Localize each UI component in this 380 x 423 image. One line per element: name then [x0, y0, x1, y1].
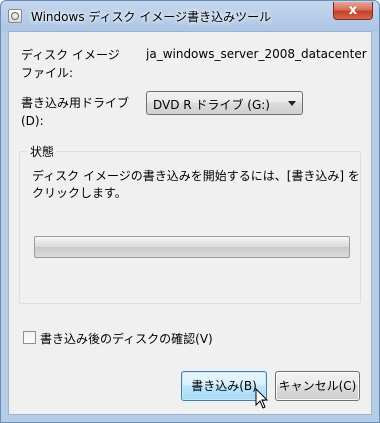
drive-label-line2: (D):: [21, 114, 44, 128]
disc-image-label-line1: ディスク イメージ: [21, 48, 120, 62]
status-group-title: 状態: [27, 143, 58, 160]
chevron-down-icon: [288, 101, 296, 106]
progress-bar: [34, 236, 350, 258]
disc-image-burner-window: Windows ディスク イメージ書き込みツール x ディスク イメージ ファイ…: [0, 0, 380, 423]
verify-checkbox-label[interactable]: 書き込み後のディスクの確認(V): [40, 330, 213, 347]
cancel-button[interactable]: キャンセル(C): [275, 371, 360, 401]
disc-burner-icon: [8, 9, 22, 23]
mouse-pointer-icon: [255, 388, 269, 409]
disc-image-file-value: ja_windows_server_2008_datacenter: [146, 47, 367, 61]
dialog-client-area: ディスク イメージ ファイル: ja_windows_server_2008_d…: [8, 31, 372, 415]
disc-image-label-line2: ファイル:: [21, 66, 74, 80]
close-button[interactable]: x: [333, 2, 373, 20]
status-message: ディスク イメージの書き込みを開始するには、[書き込み] をクリックします。: [32, 169, 360, 200]
window-title: Windows ディスク イメージ書き込みツール: [31, 10, 272, 24]
drive-label-line1: 書き込み用ドライブ: [21, 96, 130, 110]
title-bar[interactable]: Windows ディスク イメージ書き込みツール x: [1, 1, 379, 31]
drive-dropdown-value: DVD R ドライブ (G:): [153, 98, 270, 112]
drive-dropdown[interactable]: DVD R ドライブ (G:): [146, 91, 303, 115]
verify-checkbox[interactable]: [23, 331, 36, 344]
